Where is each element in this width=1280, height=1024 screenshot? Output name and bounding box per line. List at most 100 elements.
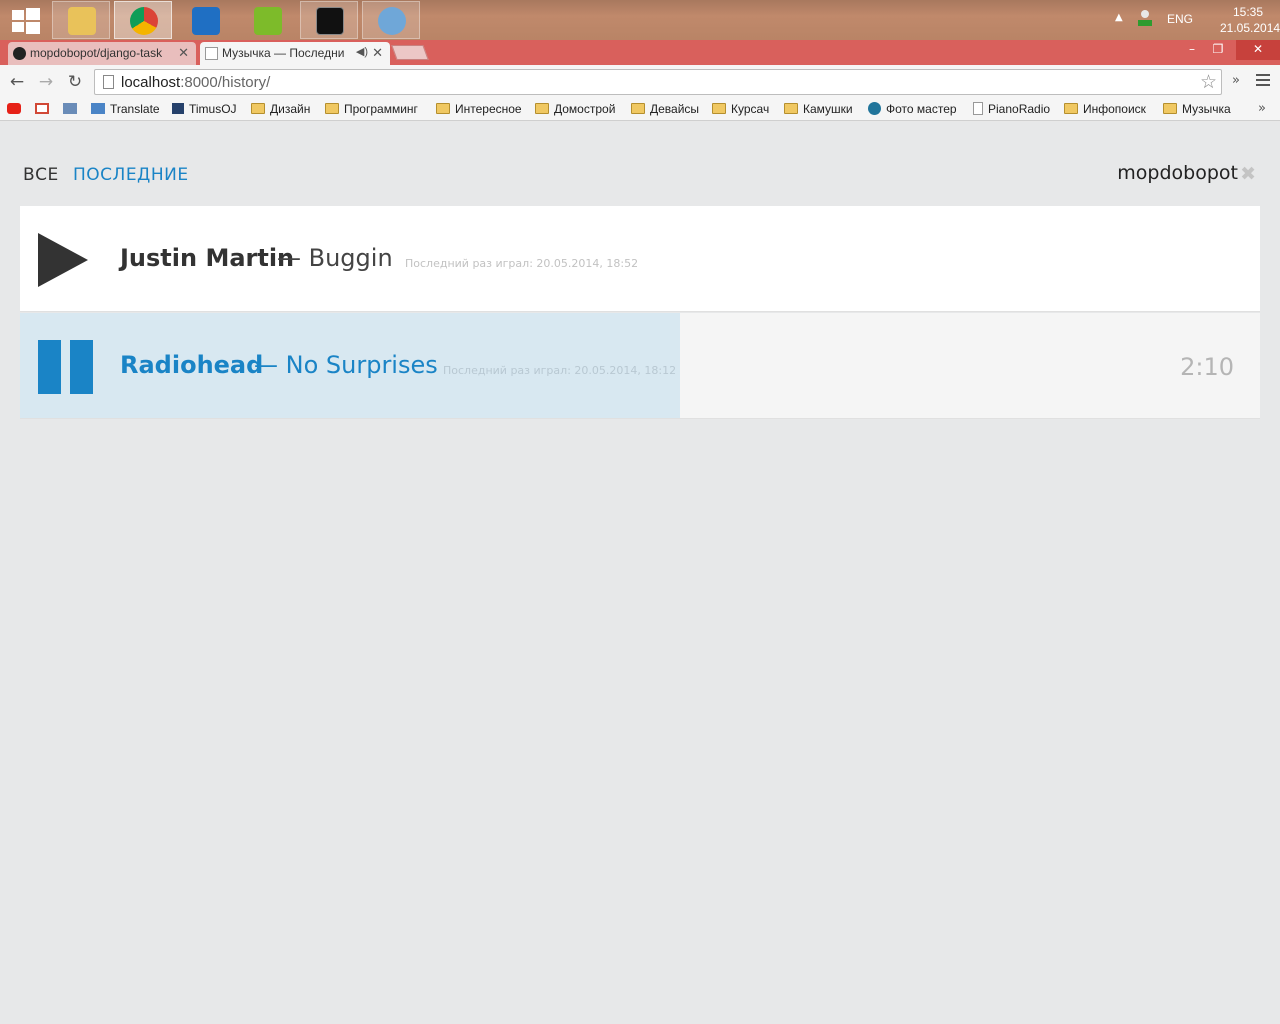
folder-icon — [712, 103, 726, 114]
url-path: :8000/history/ — [180, 74, 271, 91]
chrome-menu-icon[interactable] — [1256, 74, 1270, 89]
bookmark-star-icon[interactable]: ☆ — [1200, 71, 1217, 93]
bookmark-folder-infopoisk[interactable]: Инфопоиск — [1064, 102, 1146, 116]
pause-icon[interactable] — [38, 340, 94, 394]
bookmark-label: PianoRadio — [988, 102, 1051, 116]
play-icon[interactable] — [38, 233, 88, 287]
taskbar-app-intellij[interactable] — [176, 1, 234, 39]
bookmark-folder-kursach[interactable]: Курсач — [712, 102, 769, 116]
window-close-button[interactable]: ✕ — [1236, 40, 1280, 60]
bookmark-label: Translate — [110, 102, 160, 116]
youtube-icon — [7, 103, 21, 114]
page-icon — [205, 47, 218, 60]
clock-time: 15:35 — [1232, 5, 1264, 19]
track-row-playing[interactable]: Radiohead — No Surprises Последний раз и… — [20, 313, 1260, 419]
track-time: 2:10 — [1180, 353, 1234, 381]
windows-taskbar: ▲ ENG 15:35 21.05.2014 — [0, 0, 1280, 40]
bookmark-translate[interactable]: Translate — [91, 102, 160, 116]
bookmark-label: Домострой — [554, 102, 616, 116]
wordpress-icon — [868, 102, 881, 115]
clock-date: 21.05.2014 — [1220, 21, 1280, 35]
h-icon — [63, 103, 77, 114]
bookmark-gmail[interactable] — [35, 102, 54, 116]
taskbar-app-file-explorer[interactable] — [52, 1, 110, 39]
minimize-button[interactable]: – — [1179, 40, 1205, 60]
bookmarks-overflow-icon[interactable]: » — [1258, 101, 1266, 116]
file-explorer-icon — [68, 7, 96, 35]
timus-icon — [172, 103, 184, 114]
browser-toolbar: ← → ↻ localhost:8000/history/ ☆ » — [0, 65, 1280, 99]
bookmark-folder-domostroy[interactable]: Домострой — [535, 102, 615, 116]
github-icon — [13, 47, 26, 60]
track-artist: Radiohead — [120, 351, 264, 379]
close-icon[interactable]: ✕ — [372, 45, 383, 61]
bookmark-h[interactable] — [63, 102, 82, 116]
tab-github[interactable]: mopdobopot/django-task ✕ — [8, 42, 196, 65]
url-text[interactable]: localhost:8000/history/ — [121, 74, 270, 91]
pycharm-icon — [254, 7, 282, 35]
tab-music[interactable]: Музычка — Последни ◀) ✕ — [200, 42, 390, 65]
chrome-icon — [130, 7, 158, 35]
bookmark-folder-muzychka[interactable]: Музычка — [1163, 102, 1231, 116]
folder-icon — [436, 103, 450, 114]
restore-button[interactable]: ❐ — [1205, 40, 1231, 60]
folder-icon — [631, 103, 645, 114]
intellij-icon — [192, 7, 220, 35]
clock[interactable]: 15:35 21.05.2014 — [1220, 4, 1280, 36]
tab-label: Музычка — Последни — [222, 46, 345, 60]
speaker-icon: ◀) — [355, 46, 368, 58]
forward-icon[interactable]: → — [36, 72, 56, 92]
bookmarks-bar: Translate TimusOJ Дизайн Программинг Инт… — [0, 99, 1280, 121]
bookmark-label: Дизайн — [270, 102, 311, 116]
gmail-icon — [35, 103, 49, 114]
track-artist: Justin Martin — [120, 244, 295, 272]
close-icon[interactable]: ✕ — [178, 45, 189, 61]
bookmark-label: Интересное — [455, 102, 522, 116]
bookmark-timusoj[interactable]: TimusOJ — [172, 102, 237, 116]
track-row[interactable]: Justin Martin — Buggin Последний раз игр… — [20, 206, 1260, 312]
windows-start-icon[interactable] — [4, 4, 48, 36]
bookmark-label: Фото мастер — [886, 102, 957, 116]
bookmark-folder-programming[interactable]: Программинг — [325, 102, 418, 116]
back-icon[interactable]: ← — [7, 72, 27, 92]
translate-icon — [91, 103, 105, 114]
tab-label: mopdobopot/django-task — [30, 46, 163, 60]
bookmark-pianoradio[interactable]: PianoRadio — [973, 102, 1050, 116]
nav-tab-recent[interactable]: ПОСЛЕДНИЕ — [73, 165, 189, 185]
taskbar-app-pycharm[interactable] — [238, 1, 296, 39]
logout-icon[interactable]: ✖ — [1240, 163, 1256, 185]
folder-icon — [251, 103, 265, 114]
browser-tab-strip: mopdobopot/django-task ✕ Музычка — После… — [0, 40, 1280, 65]
bookmark-photo-master[interactable]: Фото мастер — [868, 102, 957, 116]
track-title: — Buggin — [277, 244, 393, 272]
bookmark-youtube[interactable] — [7, 102, 26, 116]
paint-icon — [378, 7, 406, 35]
folder-icon — [325, 103, 339, 114]
pause-bar-left — [38, 340, 61, 394]
bookmark-label: TimusOJ — [189, 102, 237, 116]
folder-icon — [784, 103, 798, 114]
bookmark-label: Программинг — [344, 102, 418, 116]
folder-icon — [1064, 103, 1078, 114]
page-icon — [103, 75, 114, 89]
reload-icon[interactable]: ↻ — [65, 72, 85, 92]
address-bar[interactable]: localhost:8000/history/ ☆ — [94, 69, 1222, 95]
bookmark-folder-design[interactable]: Дизайн — [251, 102, 310, 116]
bookmark-folder-devices[interactable]: Девайсы — [631, 102, 699, 116]
taskbar-app-command-prompt[interactable] — [300, 1, 358, 39]
bookmark-folder-interesting[interactable]: Интересное — [436, 102, 522, 116]
track-title: — No Surprises — [254, 351, 438, 379]
tray-expand-icon[interactable]: ▲ — [1115, 12, 1123, 23]
network-icon[interactable] — [1138, 10, 1152, 26]
extensions-overflow-icon[interactable]: » — [1232, 73, 1240, 88]
new-tab-button[interactable] — [391, 45, 429, 60]
url-host: localhost — [121, 74, 181, 91]
language-indicator[interactable]: ENG — [1167, 12, 1193, 26]
bookmark-folder-stones[interactable]: Камушки — [784, 102, 853, 116]
track-last-played: Последний раз играл: 20.05.2014, 18:12 — [443, 364, 677, 377]
taskbar-app-paint[interactable] — [362, 1, 420, 39]
bookmark-label: Камушки — [803, 102, 853, 116]
nav-tab-all[interactable]: ВСЕ — [23, 165, 59, 185]
taskbar-app-chrome[interactable] — [114, 1, 172, 39]
username: mopdobopot — [1117, 162, 1238, 184]
